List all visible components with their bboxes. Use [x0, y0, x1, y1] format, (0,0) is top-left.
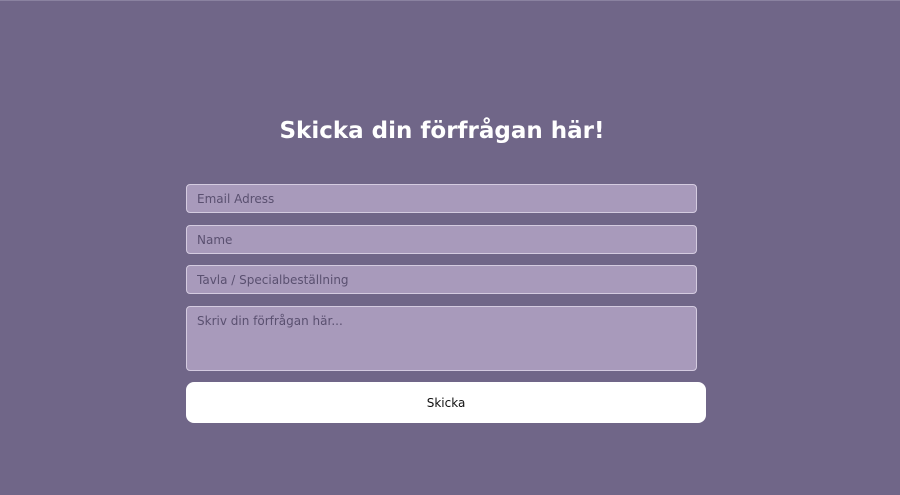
request-form: Skicka din förfrågan här! Skicka	[0, 0, 900, 495]
name-field[interactable]	[186, 225, 697, 254]
email-field[interactable]	[186, 184, 697, 213]
message-textarea[interactable]	[186, 306, 697, 371]
tavla-field[interactable]	[186, 265, 697, 294]
submit-button[interactable]: Skicka	[186, 382, 706, 423]
page-title: Skicka din förfrågan här!	[279, 118, 605, 144]
